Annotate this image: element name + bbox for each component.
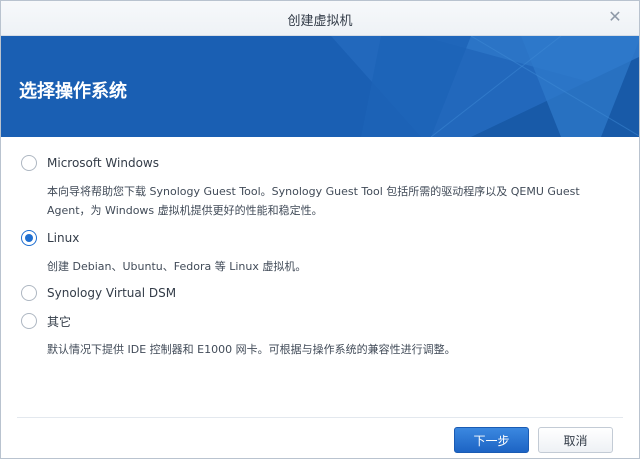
option-label: Microsoft Windows	[47, 156, 159, 170]
radio-button[interactable]	[21, 313, 37, 329]
radio-button[interactable]	[21, 285, 37, 301]
next-button[interactable]: 下一步	[454, 427, 529, 453]
option-description: 本向导将帮助您下载 Synology Guest Tool。Synology G…	[47, 185, 580, 217]
option-description: 默认情况下提供 IDE 控制器和 E1000 网卡。可根据与操作系统的兼容性进行…	[47, 343, 456, 356]
option-other[interactable]: 其它	[21, 311, 71, 331]
radio-button-checked[interactable]	[21, 230, 37, 246]
cancel-button[interactable]: 取消	[538, 427, 613, 453]
option-label: Linux	[47, 231, 80, 245]
option-label: Synology Virtual DSM	[47, 286, 177, 300]
title-bar[interactable]: 创建虚拟机 ✕	[1, 1, 639, 36]
option-synology-virtual-dsm[interactable]: Synology Virtual DSM	[21, 283, 176, 303]
footer-divider	[17, 417, 623, 418]
option-linux[interactable]: Linux	[21, 228, 79, 248]
dialog-title: 创建虚拟机	[287, 14, 353, 29]
create-vm-dialog: 创建虚拟机 ✕ 选择操作系统 Microsoft Windows 本向导将帮助您…	[0, 0, 640, 459]
banner-heading: 选择操作系统	[19, 81, 127, 102]
option-description: 创建 Debian、Ubuntu、Fedora 等 Linux 虚拟机。	[47, 260, 307, 273]
header-banner: 选择操作系统	[1, 36, 639, 137]
radio-button[interactable]	[21, 155, 37, 171]
option-microsoft-windows[interactable]: Microsoft Windows	[21, 153, 159, 173]
close-icon[interactable]: ✕	[607, 9, 623, 25]
option-label: 其它	[47, 314, 72, 329]
